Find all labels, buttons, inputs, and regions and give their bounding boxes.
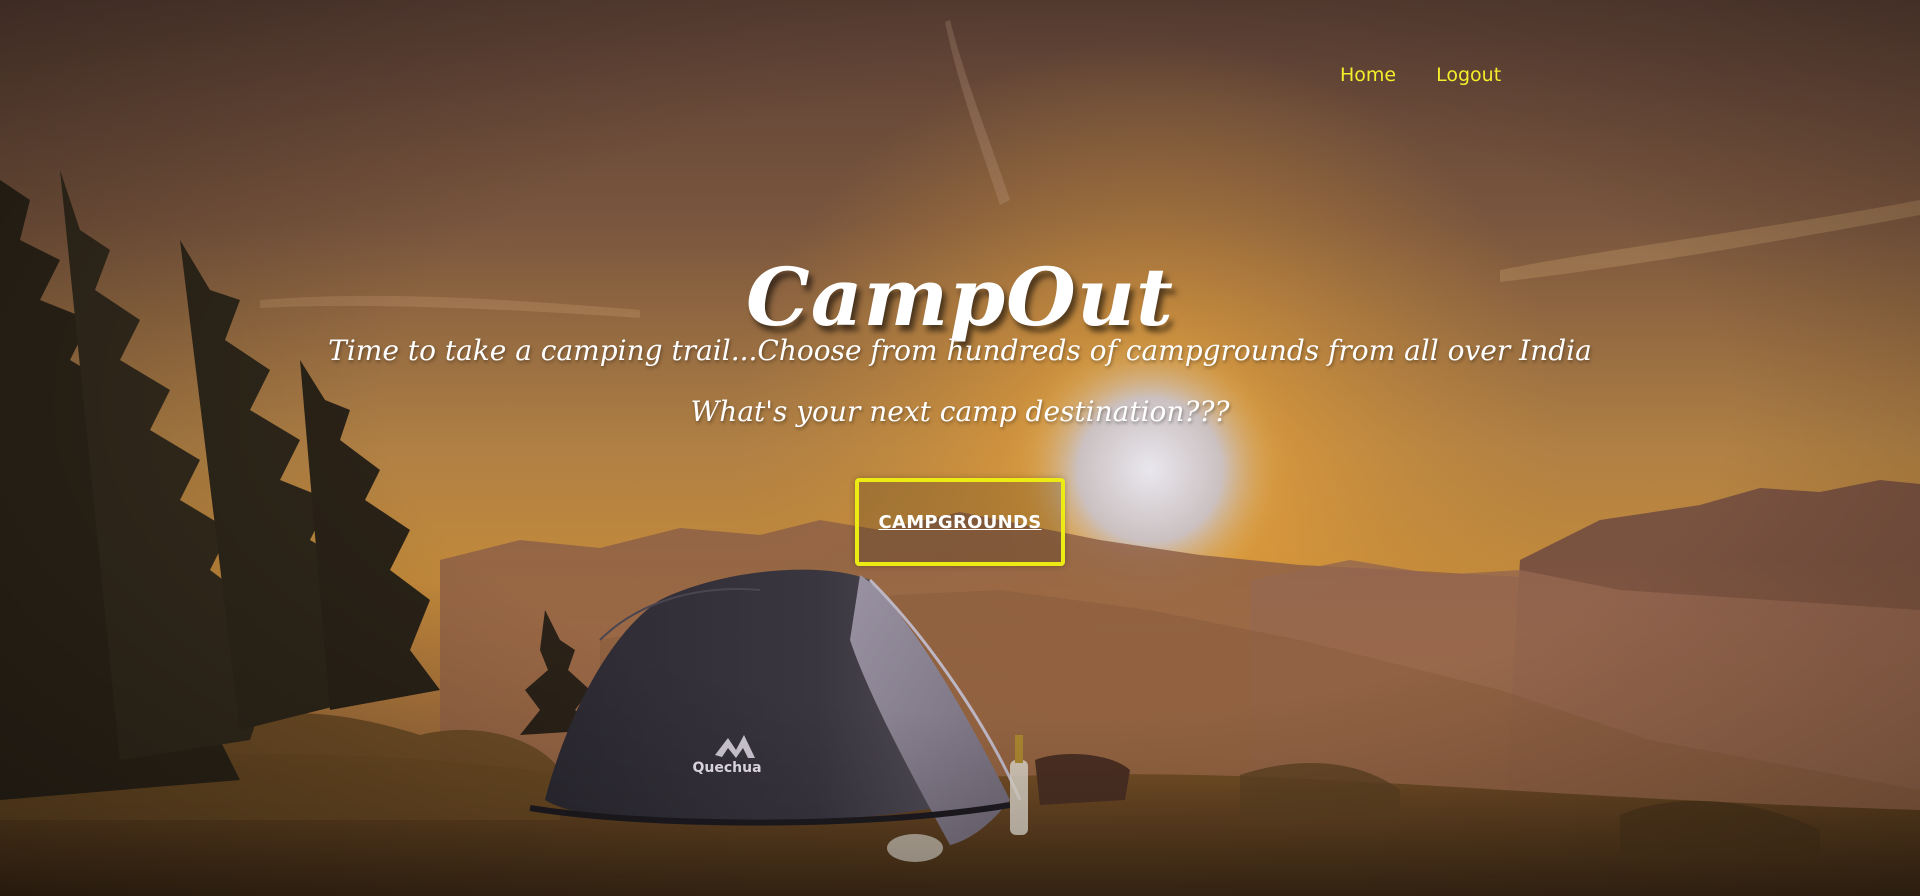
top-nav: Home Logout: [1340, 64, 1501, 86]
tagline-line-1: Time to take a camping trail...Choose fr…: [328, 334, 1592, 367]
campgrounds-button[interactable]: CAMPGROUNDS: [855, 478, 1065, 566]
tagline-line-2: What's your next camp destination???: [690, 395, 1230, 428]
site-title: CampOut: [746, 249, 1174, 344]
nav-home-link[interactable]: Home: [1340, 64, 1396, 86]
nav-logout-link[interactable]: Logout: [1436, 64, 1501, 86]
hero-section: Home Logout CampOut Time to take a campi…: [0, 0, 1920, 896]
background-photo: [0, 0, 1920, 896]
